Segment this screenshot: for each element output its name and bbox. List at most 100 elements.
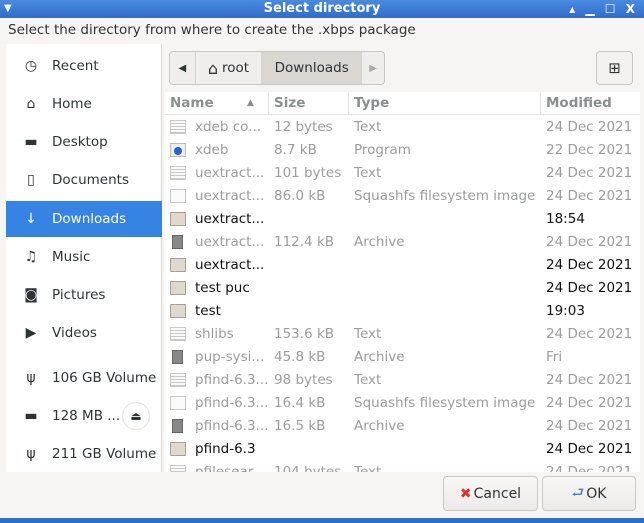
file-row[interactable]: xdeb co... 12 bytes Text 24 Dec 2021: [165, 115, 640, 138]
file-size: 153.6 kB: [274, 325, 335, 342]
file-type: Squashfs filesystem image: [354, 187, 536, 204]
file-type: Archive: [354, 417, 405, 434]
path-segment-root[interactable]: ⌂ root: [196, 52, 263, 84]
column-type[interactable]: Type: [349, 92, 541, 115]
file-row[interactable]: uextract... 112.4 kB Archive 24 Dec 2021: [165, 230, 640, 253]
text-icon: [170, 326, 186, 341]
file-row[interactable]: xdeb 8.7 kB Program 22 Dec 2021: [165, 138, 640, 161]
sidebar-item-videos[interactable]: ▶ Videos: [6, 315, 162, 351]
column-size[interactable]: Size: [269, 92, 349, 115]
folder-icon: ▬: [24, 134, 38, 150]
sidebar-item-label: 128 MB ...: [52, 408, 121, 424]
file-modified: 24 Dec 2021: [546, 118, 633, 135]
sidebar-item-label: Downloads: [52, 211, 127, 227]
file-list: Name ▲ Size Type Modified xdeb co... 12 by…: [165, 92, 640, 472]
sidebar-item-downloads[interactable]: ↓ Downloads: [6, 201, 162, 237]
sidebar-item-label: Documents: [52, 172, 129, 188]
sidebar-item-211-gb-volume[interactable]: ψ 211 GB Volume: [6, 436, 162, 472]
sort-ascending-icon: ▲: [247, 97, 254, 108]
file-size: 45.8 kB: [274, 348, 326, 365]
file-row[interactable]: uextract... 24 Dec 2021: [165, 253, 640, 276]
file-name: uextract...: [195, 187, 265, 204]
file-row[interactable]: shlibs 153.6 kB Text 24 Dec 2021: [165, 322, 640, 345]
dialog-prompt: Select the directory from where to creat…: [8, 22, 416, 38]
file-type: Archive: [354, 233, 405, 250]
file-name: pfilesear...: [195, 463, 265, 473]
file-type: Text: [354, 371, 382, 388]
file-row[interactable]: test 19:03: [165, 299, 640, 322]
text-icon: [170, 165, 186, 180]
file-name: pfind-6.3: [195, 440, 256, 457]
home-icon: ⌂: [26, 96, 36, 112]
file-name: pfind-6.3...: [195, 394, 269, 411]
file-size: 104 bytes: [274, 463, 342, 473]
path-segment-downloads[interactable]: Downloads: [262, 52, 363, 84]
file-row[interactable]: pfilesear... 104 bytes Text 24 Dec 2021: [165, 460, 640, 472]
sidebar-item-pictures[interactable]: ◙ Pictures: [6, 277, 162, 313]
cancel-button[interactable]: ✖ Cancel: [443, 476, 538, 511]
new-folder-button[interactable]: ⊞: [596, 51, 633, 85]
sidebar-item-recent[interactable]: ◷ Recent: [6, 48, 162, 84]
file-size: 16.4 kB: [274, 394, 326, 411]
folder-plus-icon: ⊞: [608, 59, 621, 77]
file-row[interactable]: pfind-6.3... 98 bytes Text 24 Dec 2021: [165, 368, 640, 391]
file-row[interactable]: pfind-6.3... 16.4 kB Squashfs filesystem i…: [165, 391, 640, 414]
sidebar-item-desktop[interactable]: ▬ Desktop: [6, 124, 162, 160]
file-name: shlibs: [195, 325, 234, 342]
video-icon: ▶: [25, 325, 37, 341]
file-icon: [170, 188, 186, 203]
sidebar-item-documents[interactable]: ▯ Documents: [6, 162, 162, 198]
clock-icon: ◷: [24, 58, 38, 74]
file-name: xdeb co...: [195, 118, 262, 135]
file-row[interactable]: uextract... 18:54: [165, 207, 640, 230]
file-modified: 24 Dec 2021: [546, 256, 633, 273]
ok-button[interactable]: ⮐ OK: [542, 476, 636, 511]
window-controls[interactable]: ▴ ▁ ☐ X: [569, 0, 638, 18]
file-row[interactable]: test puc 24 Dec 2021: [165, 276, 640, 299]
music-icon: ♫: [24, 249, 38, 265]
window-menu-icon[interactable]: ▼: [4, 0, 12, 18]
file-row[interactable]: pfind-6.3... 16.5 kB Archive 24 Dec 2021: [165, 414, 640, 437]
file-row[interactable]: uextract... 86.0 kB Squashfs filesystem im…: [165, 184, 640, 207]
file-modified: 18:54: [546, 210, 585, 227]
archive-icon: [172, 418, 183, 433]
folder-icon: [170, 303, 186, 318]
path-forward-button[interactable]: ▶: [362, 52, 384, 84]
text-icon: [170, 464, 186, 472]
window-title: Select directory: [263, 1, 381, 16]
file-modified: 24 Dec 2021: [546, 187, 633, 204]
file-type: Squashfs filesystem image: [354, 394, 536, 411]
file-size: 8.7 kB: [274, 141, 317, 158]
file-size: 86.0 kB: [274, 187, 326, 204]
column-modified[interactable]: Modified: [541, 92, 640, 115]
sidebar-item-128-mb[interactable]: ▬ 128 MB ... ⏏: [6, 398, 162, 434]
sidebar-item-music[interactable]: ♫ Music: [6, 239, 162, 275]
column-name[interactable]: Name ▲: [165, 92, 269, 115]
file-row[interactable]: uextract... 101 bytes Text 24 Dec 2021: [165, 161, 640, 184]
file-row[interactable]: pup-sysi... 45.8 kB Archive Fri: [165, 345, 640, 368]
folder-icon: [170, 280, 186, 295]
folder-icon: [170, 257, 186, 272]
text-icon: [170, 119, 186, 134]
file-icon: [170, 395, 186, 410]
window-border: [0, 518, 644, 523]
sidebar-item-label: 106 GB Volume: [52, 370, 157, 386]
file-modified: 24 Dec 2021: [546, 440, 633, 457]
sidebar-item-label: Home: [52, 96, 92, 112]
usb-icon: ψ: [26, 446, 36, 462]
program-icon: [170, 142, 186, 157]
download-arrow-icon: ↓: [25, 211, 37, 227]
usb-icon: ψ: [26, 370, 36, 386]
sidebar-item-home[interactable]: ⌂ Home: [6, 86, 162, 122]
drive-icon: ▬: [24, 408, 38, 424]
file-row[interactable]: pfind-6.3 24 Dec 2021: [165, 437, 640, 460]
file-modified: 19:03: [546, 302, 585, 319]
enter-arrow-icon: ⮐: [571, 484, 585, 501]
column-headers: Name ▲ Size Type Modified: [165, 92, 640, 115]
file-name: pup-sysi...: [195, 348, 265, 365]
sidebar-item-label: Pictures: [52, 287, 106, 303]
path-back-button[interactable]: ◀: [170, 52, 196, 84]
folder-icon: [170, 211, 186, 226]
eject-icon[interactable]: ⏏: [122, 402, 150, 430]
sidebar-item-106-gb-volume[interactable]: ψ 106 GB Volume: [6, 360, 162, 396]
